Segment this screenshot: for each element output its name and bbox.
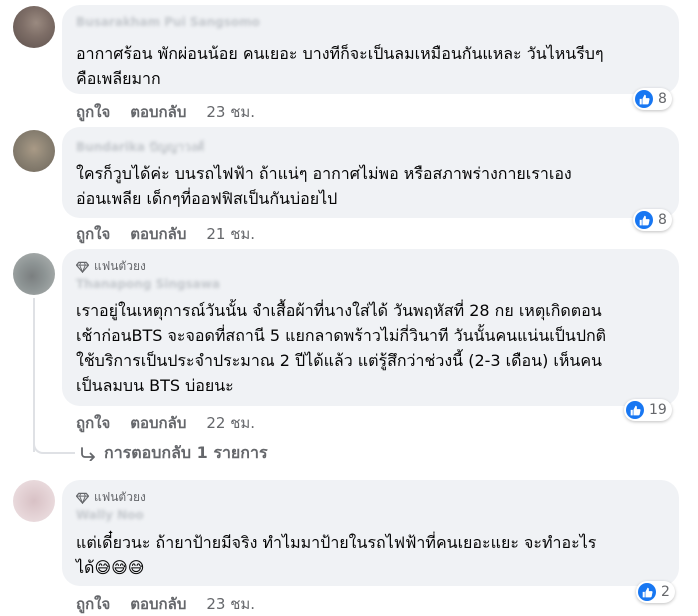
comment-text: อากาศร้อน พักผ่อนน้อย คนเยอะ บางทีก็จะเป…	[76, 41, 669, 91]
reply-button[interactable]: ตอบกลับ	[130, 411, 186, 435]
like-icon	[638, 583, 656, 601]
comment-text-line: อากาศร้อน พักผ่อนน้อย คนเยอะ บางทีก็จะเป…	[76, 44, 604, 63]
reaction-number: 8	[658, 212, 667, 228]
reaction-count[interactable]: 8	[633, 209, 672, 231]
reply-button[interactable]: ตอบกลับ	[130, 222, 186, 246]
comment-bubble: Busarakham Pui Sangsomo อากาศร้อน พักผ่อ…	[62, 5, 679, 94]
comment-timestamp[interactable]: 21 ชม.	[206, 222, 255, 246]
like-icon	[635, 211, 653, 229]
comment-text-line: เป็นลมบน BTS บ่อยนะ	[76, 376, 234, 395]
like-button[interactable]: ถูกใจ	[76, 592, 110, 616]
comment-text-line: อ่อนเพลีย เด็กๆที่ออฟฟิสเป็นกันบ่อยไป	[76, 189, 338, 208]
comment-actions: ถูกใจ ตอบกลับ 23 ชม.	[76, 100, 255, 124]
reaction-number: 2	[661, 584, 670, 600]
comment-text-line: ได้😅😅😅	[76, 558, 145, 577]
reaction-count[interactable]: 8	[633, 88, 672, 110]
avatar[interactable]	[13, 6, 55, 48]
comment-timestamp[interactable]: 23 ชม.	[206, 100, 255, 124]
reaction-number: 19	[649, 402, 667, 418]
comment-timestamp[interactable]: 22 ชม.	[206, 411, 255, 435]
comment-actions: ถูกใจ ตอบกลับ 21 ชม.	[76, 222, 255, 246]
comment-actions: ถูกใจ ตอบกลับ 22 ชม.	[76, 411, 255, 435]
avatar[interactable]	[13, 253, 55, 295]
like-button[interactable]: ถูกใจ	[76, 411, 110, 435]
comment-text-line: เราอยู่ในเหตุการณ์วันนั้น จำเสื้อผ้าที่น…	[76, 301, 602, 320]
badge-label: แฟนตัวยง	[94, 259, 146, 273]
comment-text: แต่เดี๋ยวนะ ถ้ายาป้ายมีจริง ทำไมมาป้ายใน…	[76, 530, 669, 580]
reply-arrow-icon	[81, 446, 95, 461]
like-button[interactable]: ถูกใจ	[76, 100, 110, 124]
view-replies-label: การตอบกลับ 1 รายการ	[104, 443, 268, 462]
top-fan-badge[interactable]: แฟนตัวยง	[76, 488, 146, 507]
view-replies-link[interactable]: การตอบกลับ 1 รายการ	[80, 441, 268, 466]
thread-line	[33, 298, 35, 452]
like-button[interactable]: ถูกใจ	[76, 222, 110, 246]
comment-text-line: ใครก็วูบได้ค่ะ บนรถไฟฟ้า ถ้าแน่ๆ อากาศไม…	[76, 164, 572, 183]
comment-actions: ถูกใจ ตอบกลับ 23 ชม.	[76, 592, 255, 616]
comment-author[interactable]: Busarakham Pui Sangsomo	[76, 15, 260, 29]
comment-bubble: Bundarika ปัญญาวงศ์ ใครก็วูบได้ค่ะ บนรถไ…	[62, 127, 679, 218]
comment-bubble: แฟนตัวยง Thanapong Singsawa เราอยู่ในเหต…	[62, 249, 679, 406]
comment-author[interactable]: Bundarika ปัญญาวงศ์	[76, 138, 204, 157]
comment-author[interactable]: Thanapong Singsawa	[76, 277, 220, 291]
comment-bubble: แฟนตัวยง Wally Noo แต่เดี๋ยวนะ ถ้ายาป้าย…	[62, 480, 679, 586]
like-icon	[635, 90, 653, 108]
comment-text-line: ใช้บริการเป็นประจำประมาณ 2 ปีได้แล้ว แต่…	[76, 351, 602, 370]
thread-connector	[33, 438, 75, 454]
reaction-count[interactable]: 2	[636, 581, 675, 603]
comment-text: เราอยู่ในเหตุการณ์วันนั้น จำเสื้อผ้าที่น…	[76, 298, 669, 398]
reply-button[interactable]: ตอบกลับ	[130, 100, 186, 124]
diamond-icon	[76, 492, 89, 504]
reply-button[interactable]: ตอบกลับ	[130, 592, 186, 616]
reaction-number: 8	[658, 91, 667, 107]
reaction-count[interactable]: 19	[624, 399, 672, 421]
like-icon	[626, 401, 644, 419]
diamond-icon	[76, 261, 89, 273]
avatar[interactable]	[13, 480, 55, 522]
comment-text-line: เช้าก่อนBTS จะจอดที่สถานี 5 แยกลาดพร้าวไ…	[76, 326, 607, 345]
top-fan-badge[interactable]: แฟนตัวยง	[76, 257, 146, 276]
comment-text: ใครก็วูบได้ค่ะ บนรถไฟฟ้า ถ้าแน่ๆ อากาศไม…	[76, 161, 669, 211]
badge-label: แฟนตัวยง	[94, 490, 146, 504]
avatar[interactable]	[13, 130, 55, 172]
comment-timestamp[interactable]: 23 ชม.	[206, 592, 255, 616]
comment-text-line: คือเพลียมาก	[76, 69, 161, 88]
comment-author[interactable]: Wally Noo	[76, 508, 144, 522]
comment-text-line: แต่เดี๋ยวนะ ถ้ายาป้ายมีจริง ทำไมมาป้ายใน…	[76, 533, 597, 552]
